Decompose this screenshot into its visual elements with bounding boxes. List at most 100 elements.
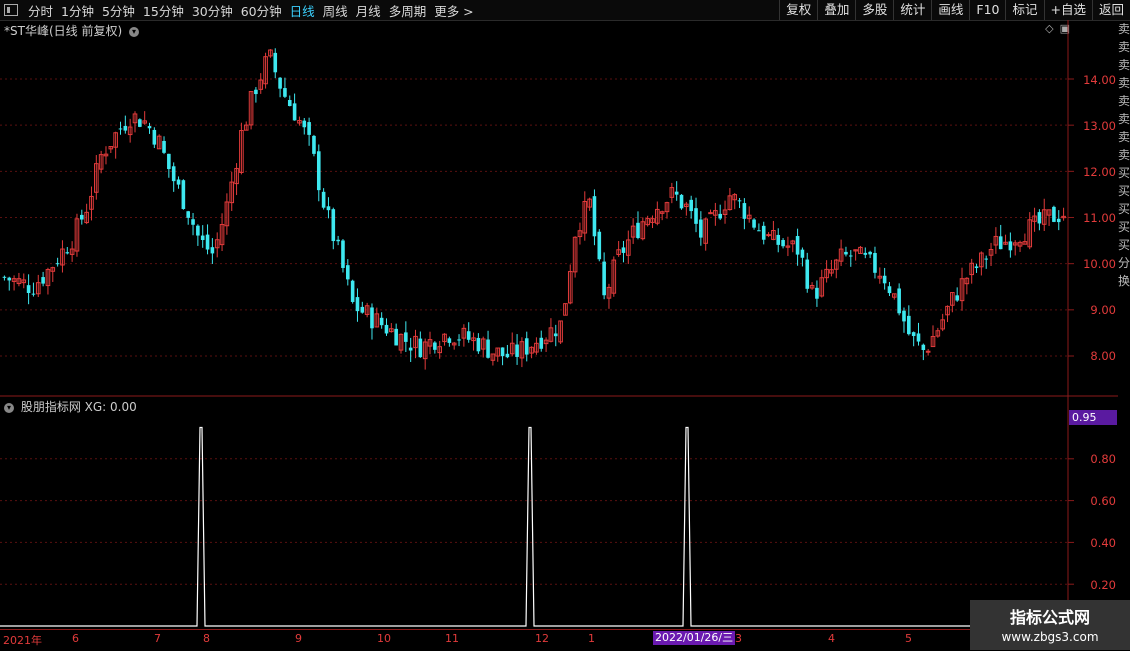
- watermark-logo: 指标公式网 www.zbgs3.com: [970, 600, 1130, 650]
- mark-button[interactable]: 标记: [1005, 0, 1043, 20]
- candle-body-down: [592, 196, 597, 237]
- candle-body-down: [321, 191, 326, 208]
- ind-y-tick-label: 0.80: [1090, 452, 1116, 466]
- candle-body-down: [360, 306, 365, 313]
- candle-body-down: [326, 206, 331, 211]
- candle-body-down: [55, 263, 60, 265]
- candle-body-down: [273, 52, 278, 73]
- layout-toggle-icon[interactable]: [4, 4, 18, 16]
- candle-body-down: [984, 258, 988, 260]
- candle-body-down: [718, 213, 722, 219]
- period-tab[interactable]: 月线: [352, 1, 385, 20]
- candle-body-down: [394, 328, 398, 346]
- period-tab[interactable]: 5分钟: [98, 1, 139, 20]
- candle-body-down: [278, 77, 282, 89]
- candle-body-down: [191, 219, 195, 225]
- y-tick-label: 10.00: [1083, 257, 1116, 271]
- chevron-down-icon[interactable]: ▾: [4, 402, 14, 413]
- watermark-url: www.zbgs3.com: [1001, 630, 1099, 644]
- candle-body-down: [800, 249, 805, 258]
- top-toolbar: 分时 1分钟 5分钟 15分钟 30分钟 60分钟 日线 周线 月线 多周期 更…: [0, 0, 1130, 21]
- period-tab-active[interactable]: 日线: [286, 1, 319, 20]
- add-watchlist-button[interactable]: +自选: [1043, 0, 1092, 20]
- candle-body-down: [1052, 206, 1056, 222]
- candle-body-down: [955, 295, 959, 301]
- multi-stock-button[interactable]: 多股: [855, 0, 893, 20]
- y-tick-label: 14.00: [1083, 73, 1116, 87]
- candle-body-down: [355, 297, 360, 312]
- candle-body-down: [902, 310, 906, 322]
- fuquan-button[interactable]: 复权: [779, 0, 817, 20]
- y-tick-label: 8.00: [1090, 349, 1116, 363]
- candle-body-down: [350, 280, 355, 302]
- back-button[interactable]: 返回: [1091, 0, 1130, 20]
- candle-body-down: [737, 200, 742, 202]
- candle-body-down: [123, 125, 128, 131]
- date-label: 10: [377, 632, 391, 645]
- ind-y-tick-label: 0.60: [1090, 494, 1116, 508]
- candle-body-down: [312, 135, 316, 154]
- candle-body-down: [515, 344, 519, 357]
- candle-body-down: [916, 333, 921, 342]
- candle-body-down: [761, 225, 766, 240]
- candle-body-down: [524, 338, 529, 355]
- right-side-panel-strip[interactable]: 卖卖卖卖卖卖卖卖买买买买买分换: [1118, 20, 1130, 630]
- date-label: 8: [203, 632, 210, 645]
- candle-body-down: [679, 194, 684, 209]
- candle-body-down: [921, 344, 926, 351]
- candle-body-down: [636, 222, 640, 238]
- date-label: 12: [535, 632, 549, 645]
- period-tab[interactable]: 30分钟: [188, 1, 237, 20]
- date-label: 11: [445, 632, 459, 645]
- candle-body-down: [500, 347, 505, 357]
- candle-body-down: [815, 287, 819, 299]
- candle-body-down: [2, 276, 7, 278]
- candle-body-down: [167, 153, 171, 170]
- candle-body-down: [433, 342, 437, 350]
- candle-body-down: [65, 252, 70, 254]
- candle-body-down: [80, 214, 84, 220]
- candle-body-down: [476, 337, 481, 352]
- y-tick-label: 11.00: [1083, 211, 1116, 225]
- date-label: 9: [295, 632, 302, 645]
- y-tick-label: 13.00: [1083, 119, 1116, 133]
- candle-body-down: [795, 236, 800, 255]
- candle-body-down: [1037, 212, 1042, 224]
- period-tab[interactable]: 60分钟: [237, 1, 286, 20]
- statistics-button[interactable]: 统计: [893, 0, 931, 20]
- candle-body-down: [171, 166, 176, 182]
- candle-body-down: [7, 277, 12, 281]
- candle-body-up: [766, 234, 771, 237]
- candle-body-down: [553, 333, 558, 337]
- f10-button[interactable]: F10: [969, 0, 1005, 20]
- current-value-badge: 0.95: [1069, 410, 1117, 425]
- candle-body-down: [302, 120, 307, 128]
- period-tab[interactable]: 分时: [24, 1, 57, 20]
- candle-body-down: [897, 288, 901, 314]
- candle-body-down: [379, 317, 384, 326]
- period-tab[interactable]: 1分钟: [57, 1, 98, 20]
- y-tick-label: 9.00: [1090, 303, 1116, 317]
- candle-body-down: [118, 128, 123, 130]
- xg-signal-line: [0, 426, 1068, 627]
- period-tab[interactable]: 周线: [319, 1, 352, 20]
- candle-body-down: [674, 191, 679, 195]
- date-axis: 2021年 6 7 8 9 10 11 12 1 3 4 5: [0, 629, 1130, 651]
- date-label: 6: [72, 632, 79, 645]
- draw-line-button[interactable]: 画线: [931, 0, 969, 20]
- date-label: 4: [828, 632, 835, 645]
- candle-body-down: [370, 307, 374, 329]
- period-tab[interactable]: 15分钟: [139, 1, 188, 20]
- overlay-button[interactable]: 叠加: [817, 0, 855, 20]
- kline-chart[interactable]: [0, 20, 1118, 629]
- period-tab[interactable]: 多周期: [385, 1, 431, 20]
- candle-body-down: [887, 286, 892, 294]
- candle-body-down: [597, 231, 602, 260]
- candle-body-down: [404, 332, 408, 342]
- candle-body-down: [418, 338, 423, 358]
- candle-body-down: [283, 88, 287, 97]
- candle-body-down: [287, 100, 292, 107]
- indicator-title[interactable]: ▾ 股朋指标网 XG: 0.00: [4, 398, 137, 415]
- candle-body-down: [486, 339, 490, 358]
- period-tab-more[interactable]: 更多 >: [430, 1, 477, 20]
